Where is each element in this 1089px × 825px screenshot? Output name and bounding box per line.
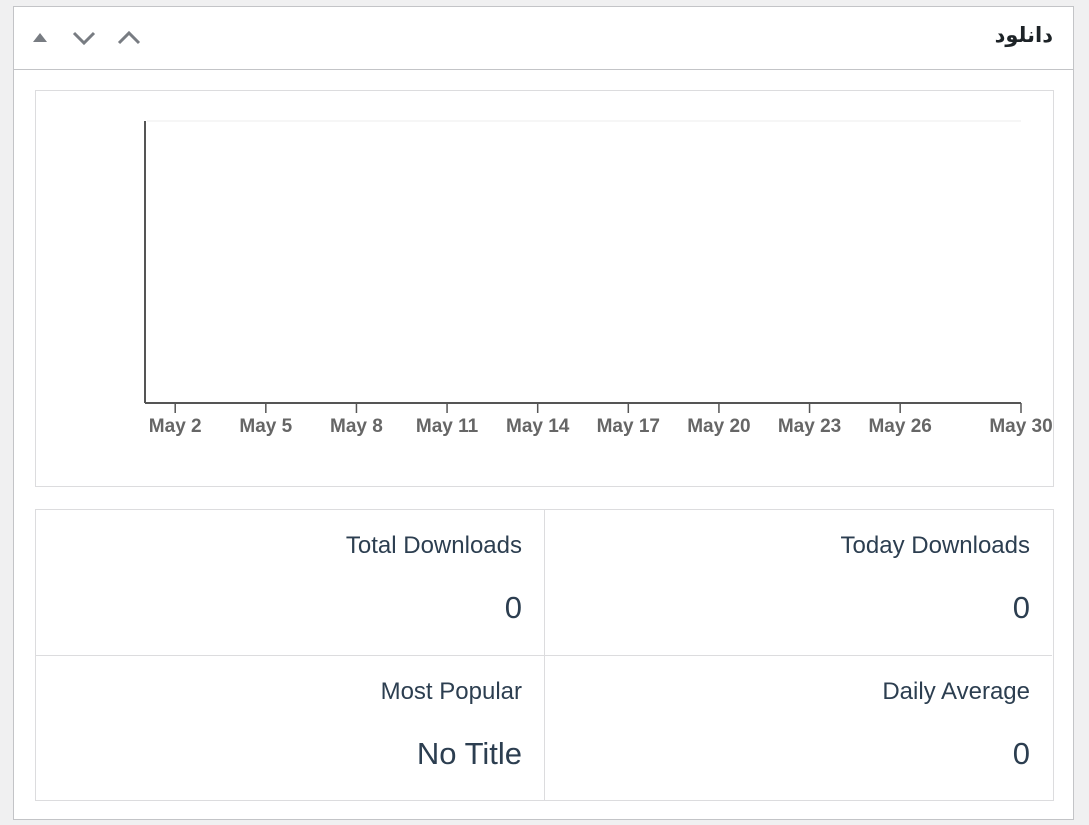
widget-title: دانلود: [994, 23, 1053, 47]
widget-header: دانلود: [14, 7, 1073, 70]
toggle-panel-button[interactable]: [115, 24, 143, 52]
chart-canvas: May 2 May 5 May 8 May 11 May 14 May 17 May 20 M…: [144, 120, 1053, 437]
stat-daily-average: Daily Average 0: [544, 655, 1052, 800]
x-tick-label: May 14: [506, 416, 570, 437]
move-up-button[interactable]: [26, 24, 54, 52]
x-tick-label: May 30: [989, 416, 1052, 437]
move-down-button[interactable]: [70, 24, 98, 52]
stat-label: Daily Average: [882, 678, 1030, 705]
x-tick-label: May 17: [597, 416, 660, 437]
x-tick-label: May 26: [868, 416, 931, 437]
x-tick-label: May 23: [778, 416, 841, 437]
stat-label: Today Downloads: [840, 532, 1030, 559]
stat-value: 0: [1012, 736, 1030, 771]
stat-value: No Title: [416, 736, 522, 771]
stat-label: Total Downloads: [345, 532, 522, 559]
stat-today-downloads: Today Downloads 0: [544, 510, 1052, 655]
triangle-up-icon: [33, 33, 47, 42]
downloads-chart: May 2 May 5 May 8 May 11 May 14 May 17 May 20 M…: [35, 90, 1054, 487]
stat-value: 0: [504, 590, 522, 625]
x-tick-label: May 5: [239, 416, 292, 437]
chevron-down-icon: [72, 31, 96, 46]
x-tick-label: May 8: [330, 416, 383, 437]
stats-table: Total Downloads 0 Today Downloads 0 Most…: [35, 509, 1054, 801]
stat-total-downloads: Total Downloads 0: [36, 510, 544, 655]
stat-value: 0: [1012, 590, 1030, 625]
download-widget: دانلود May 2 May 5 May 8 May 11 May 14 May 17…: [13, 6, 1074, 820]
stat-label: Most Popular: [380, 678, 522, 705]
x-tick-label: May 20: [687, 416, 750, 437]
chevron-up-icon: [117, 30, 141, 45]
x-tick-label: May 2: [149, 416, 202, 437]
stat-most-popular: Most Popular No Title: [36, 655, 544, 800]
x-tick-label: May 11: [416, 416, 479, 437]
